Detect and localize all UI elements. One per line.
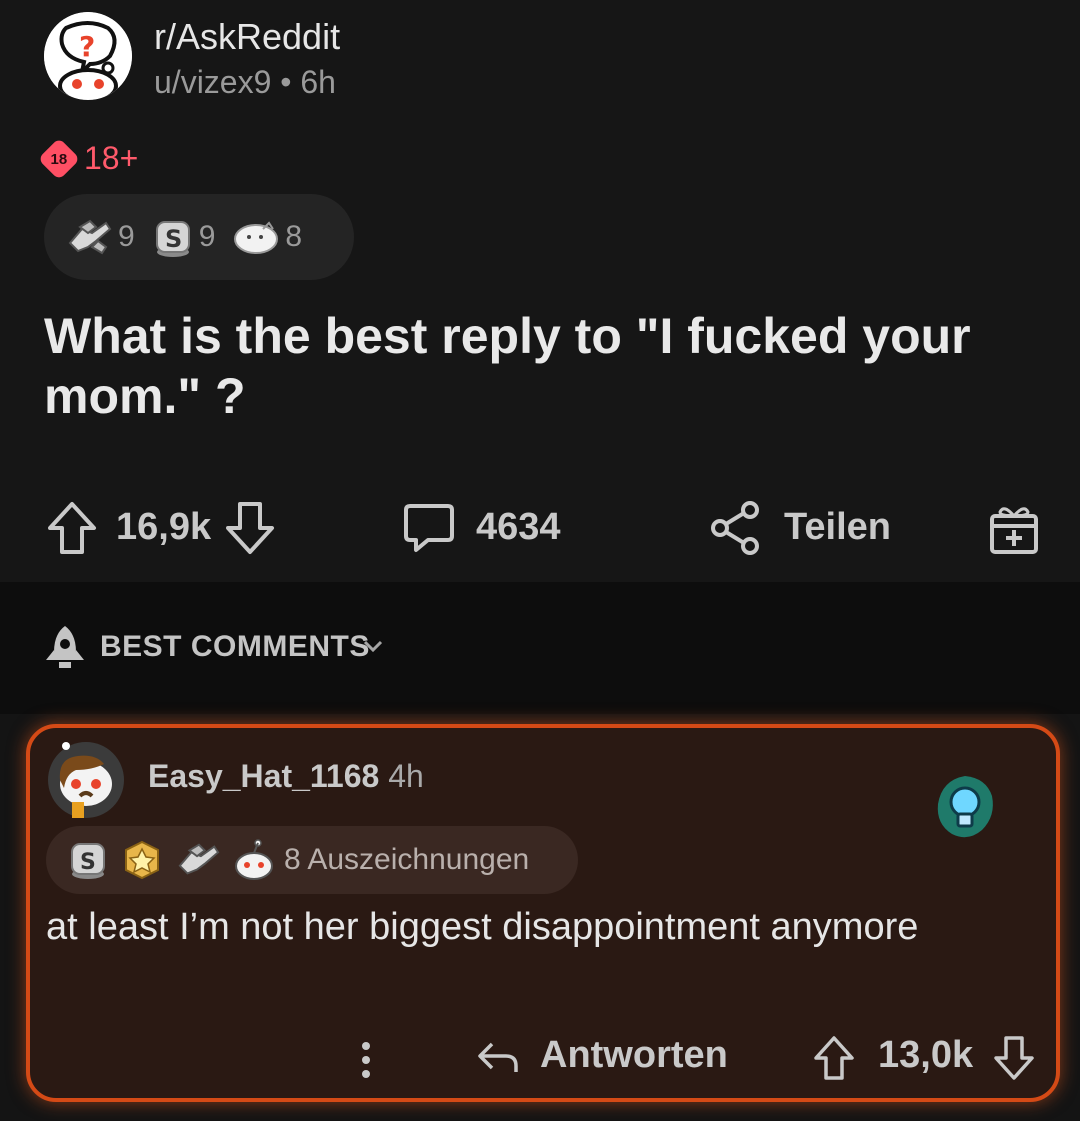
share-icon[interactable] [708,500,762,556]
post-age: 6h [300,64,336,100]
user-avatar[interactable] [46,740,126,820]
awards-count-label: 8 Auszeichnungen [284,843,530,876]
handshake-award-icon [68,219,112,255]
rocket-icon [46,626,84,668]
gift-award-icon[interactable] [986,500,1042,556]
downvote-icon[interactable] [224,500,276,556]
post-meta: u/vizex9 • 6h [154,64,336,101]
nsfw-tag: 18 18+ [37,137,139,180]
chevron-down-icon[interactable] [362,638,384,654]
subreddit-name[interactable]: r/AskReddit [154,16,340,58]
share-button[interactable]: Teilen [784,506,891,549]
subreddit-avatar[interactable]: ? [44,12,132,100]
award-blob: 8 [233,219,302,255]
comment-downvote-icon[interactable] [992,1034,1036,1082]
meta-separator: • [280,64,292,100]
comment-score: 13,0k [878,1034,974,1076]
post-title[interactable]: What is the best reply to "I fucked your… [44,306,1044,426]
comment-awards[interactable]: S 8 Auszeichnungen [46,826,578,894]
sort-label[interactable]: BEST COMMENTS [100,630,370,664]
comment-body: at least I’m not her biggest disappointm… [46,906,919,948]
post-action-bar: 16,9k 4634 Teilen [0,496,1080,566]
silver-award-icon: S [155,221,190,257]
post-card: ? r/AskReddit u/vizex9 • 6h 18 18+ 9 S 9… [0,0,1080,582]
comment-sort-bar[interactable]: BEST COMMENTS [0,582,1080,714]
post-awards[interactable]: 9 S 9 8 [44,194,354,280]
snoo-award-icon [235,839,273,880]
handshake-award-icon [178,843,220,875]
comment-author[interactable]: Easy_Hat_1168 [148,758,379,794]
comment-bubble-icon[interactable] [402,502,456,554]
silver-award-icon: S [71,843,105,879]
lightbulb-flair-icon [937,776,993,838]
upvote-icon[interactable] [46,500,98,556]
comment-card: Easy_Hat_1168 4h S 8 Auszeichnungen at l… [26,724,1060,1102]
more-options-icon[interactable] [356,1040,376,1080]
askreddit-logo-icon: ? [44,12,132,100]
comment-age: 4h [388,758,424,794]
comment-upvote-icon[interactable] [812,1034,856,1082]
svg-text:S: S [80,850,96,875]
award-silver: S 9 [153,216,215,258]
nsfw-label: 18+ [84,140,139,176]
blob-award-icon [234,221,279,254]
svg-text:S: S [165,225,182,253]
svg-text:?: ? [79,30,95,63]
reply-button[interactable]: Antworten [540,1034,728,1077]
nsfw-icon: 18 [37,137,81,180]
reply-arrow-icon[interactable] [476,1040,520,1076]
gold-award-icon [125,840,159,880]
post-score: 16,9k [116,506,212,548]
post-author[interactable]: u/vizex9 [154,64,271,100]
comment-count[interactable]: 4634 [476,506,561,549]
award-handshake: 9 [66,217,135,257]
comment-author-line: Easy_Hat_1168 4h [148,758,424,795]
